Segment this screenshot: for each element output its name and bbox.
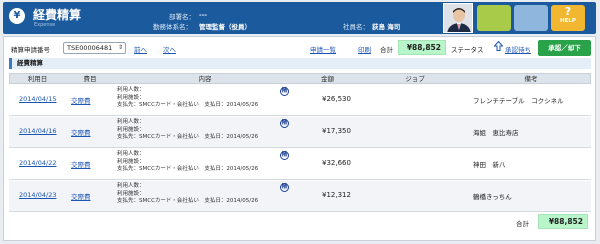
table-header: 利用日 費目 内容 金額 ジョブ 備考 bbox=[9, 73, 591, 84]
row-category[interactable]: 交際費 bbox=[71, 127, 91, 137]
help-label: HELP bbox=[560, 18, 576, 24]
row-content: 利用人数： 利用施設： 支払先：SMCCカード・会社払い 支払日：2014/05… bbox=[117, 183, 258, 206]
row-amount: ¥26,530 bbox=[322, 95, 351, 103]
footer-total-amount: ¥88,852 bbox=[548, 217, 583, 226]
settle-badge-icon: 精 bbox=[280, 119, 289, 128]
work-label: 勤務体系名： bbox=[153, 23, 192, 31]
row-note: フレンチテーブル コクシネル bbox=[473, 97, 564, 105]
app-title: 経費精算 bbox=[33, 8, 82, 22]
col-category: 費目 bbox=[83, 75, 97, 83]
row-category[interactable]: 交際費 bbox=[71, 191, 91, 201]
row-facility: 利用施設： bbox=[117, 126, 145, 133]
row-date[interactable]: 2014/04/23 bbox=[19, 191, 56, 199]
total-amount: ¥88,852 bbox=[406, 43, 441, 52]
menu-tile-green[interactable] bbox=[477, 5, 511, 31]
row-date[interactable]: 2014/04/22 bbox=[19, 159, 56, 167]
section-title: 経費精算 bbox=[9, 58, 591, 69]
apply-list-link[interactable]: 申請一覧 bbox=[310, 44, 336, 54]
col-amount: 金額 bbox=[321, 75, 334, 83]
row-amount: ¥32,660 bbox=[322, 159, 351, 167]
row-category[interactable]: 交際費 bbox=[71, 159, 91, 169]
status-label: ステータス bbox=[451, 46, 484, 54]
row-category[interactable]: 交際費 bbox=[71, 95, 91, 105]
col-job: ジョブ bbox=[405, 75, 425, 83]
row-amount: ¥17,350 bbox=[322, 127, 351, 135]
row-people: 利用人数： bbox=[117, 183, 145, 189]
approval-status-link[interactable]: 承認待ち bbox=[505, 44, 531, 54]
dept-label: 部署名： bbox=[169, 13, 195, 21]
request-no-value: TSE00006481 bbox=[67, 44, 113, 52]
row-payment: 支払先：SMCCカード・会社払い 支払日：2014/05/26 bbox=[117, 166, 259, 172]
col-note: 備考 bbox=[524, 75, 538, 83]
col-content: 内容 bbox=[198, 75, 212, 83]
yen-circle-icon: ¥ bbox=[9, 8, 25, 24]
row-people: 利用人数： bbox=[117, 151, 145, 157]
table-row[interactable]: 2014/04/15 交際費 利用人数： 利用施設： 支払先：SMCCカード・会… bbox=[9, 85, 591, 116]
app-header: ¥ 経費精算 Expense 部署名： --- 勤務体系名： 管理監督（役員） … bbox=[3, 2, 596, 34]
print-link[interactable]: 印刷 bbox=[358, 44, 371, 54]
row-people: 利用人数： bbox=[117, 87, 145, 93]
settle-badge-icon: 精 bbox=[280, 87, 289, 96]
footer-total-label: 合計 bbox=[516, 220, 529, 228]
row-payment: 支払先：SMCCカード・会社払い 支払日：2014/05/26 bbox=[117, 134, 259, 140]
help-icon: ? bbox=[564, 5, 572, 18]
app-subtitle: Expense bbox=[34, 22, 56, 28]
row-note: 海姐 恵比寿店 bbox=[473, 129, 519, 137]
table-row[interactable]: 2014/04/16 交際費 利用人数： 利用施設： 支払先：SMCCカード・会… bbox=[9, 117, 591, 148]
employee-name: 荻島 海司 bbox=[372, 23, 401, 31]
col-date: 利用日 bbox=[27, 75, 48, 83]
arrow-up-icon bbox=[494, 41, 503, 51]
prev-link[interactable]: 前へ bbox=[134, 44, 147, 54]
row-payment: 支払先：SMCCカード・会社払い 支払日：2014/05/26 bbox=[117, 102, 259, 108]
work-value: 管理監督（役員） bbox=[199, 23, 251, 31]
table-row[interactable]: 2014/04/23 交際費 利用人数： 利用施設： 支払先：SMCCカード・会… bbox=[9, 181, 591, 212]
select-arrows-icon: ⇕ bbox=[117, 44, 123, 51]
settle-badge-icon: 精 bbox=[280, 183, 289, 192]
row-content: 利用人数： 利用施設： 支払先：SMCCカード・会社払い 支払日：2014/05… bbox=[117, 119, 258, 142]
approve-reject-button[interactable]: 承認／却下 bbox=[538, 40, 591, 56]
table-row[interactable]: 2014/04/22 交際費 利用人数： 利用施設： 支払先：SMCCカード・会… bbox=[9, 149, 591, 180]
avatar[interactable] bbox=[443, 3, 473, 33]
help-button[interactable]: ? HELP bbox=[551, 5, 585, 31]
menu-tile-blue[interactable] bbox=[514, 5, 548, 31]
row-content: 利用人数： 利用施設： 支払先：SMCCカード・会社払い 支払日：2014/05… bbox=[117, 151, 258, 174]
row-date[interactable]: 2014/04/16 bbox=[19, 127, 56, 135]
footer-total-box: ¥88,852 bbox=[538, 214, 588, 229]
request-no-select[interactable]: TSE00006481 ⇕ bbox=[63, 42, 126, 54]
row-people: 利用人数： bbox=[117, 119, 145, 125]
main-panel: 精算申請番号 TSE00006481 ⇕ 前へ 次へ 申請一覧 印刷 合計 ¥8… bbox=[3, 36, 596, 241]
request-no-label: 精算申請番号 bbox=[11, 46, 50, 54]
settle-badge-icon: 精 bbox=[280, 151, 289, 160]
next-link[interactable]: 次へ bbox=[163, 44, 176, 54]
total-amount-box: ¥88,852 bbox=[398, 40, 446, 55]
row-facility: 利用施設： bbox=[117, 158, 145, 165]
row-amount: ¥12,312 bbox=[322, 191, 351, 199]
row-note: 鶴橋きっちん bbox=[473, 193, 512, 201]
row-payment: 支払先：SMCCカード・会社払い 支払日：2014/05/26 bbox=[117, 198, 259, 204]
employee-label: 社員名： bbox=[343, 23, 369, 31]
row-facility: 利用施設： bbox=[117, 190, 145, 197]
total-label: 合計 bbox=[380, 46, 393, 54]
row-note: 神田 新八 bbox=[473, 161, 506, 169]
row-facility: 利用施設： bbox=[117, 94, 145, 101]
row-date[interactable]: 2014/04/15 bbox=[19, 95, 56, 103]
dept-value: --- bbox=[199, 11, 208, 19]
row-content: 利用人数： 利用施設： 支払先：SMCCカード・会社払い 支払日：2014/05… bbox=[117, 87, 258, 110]
